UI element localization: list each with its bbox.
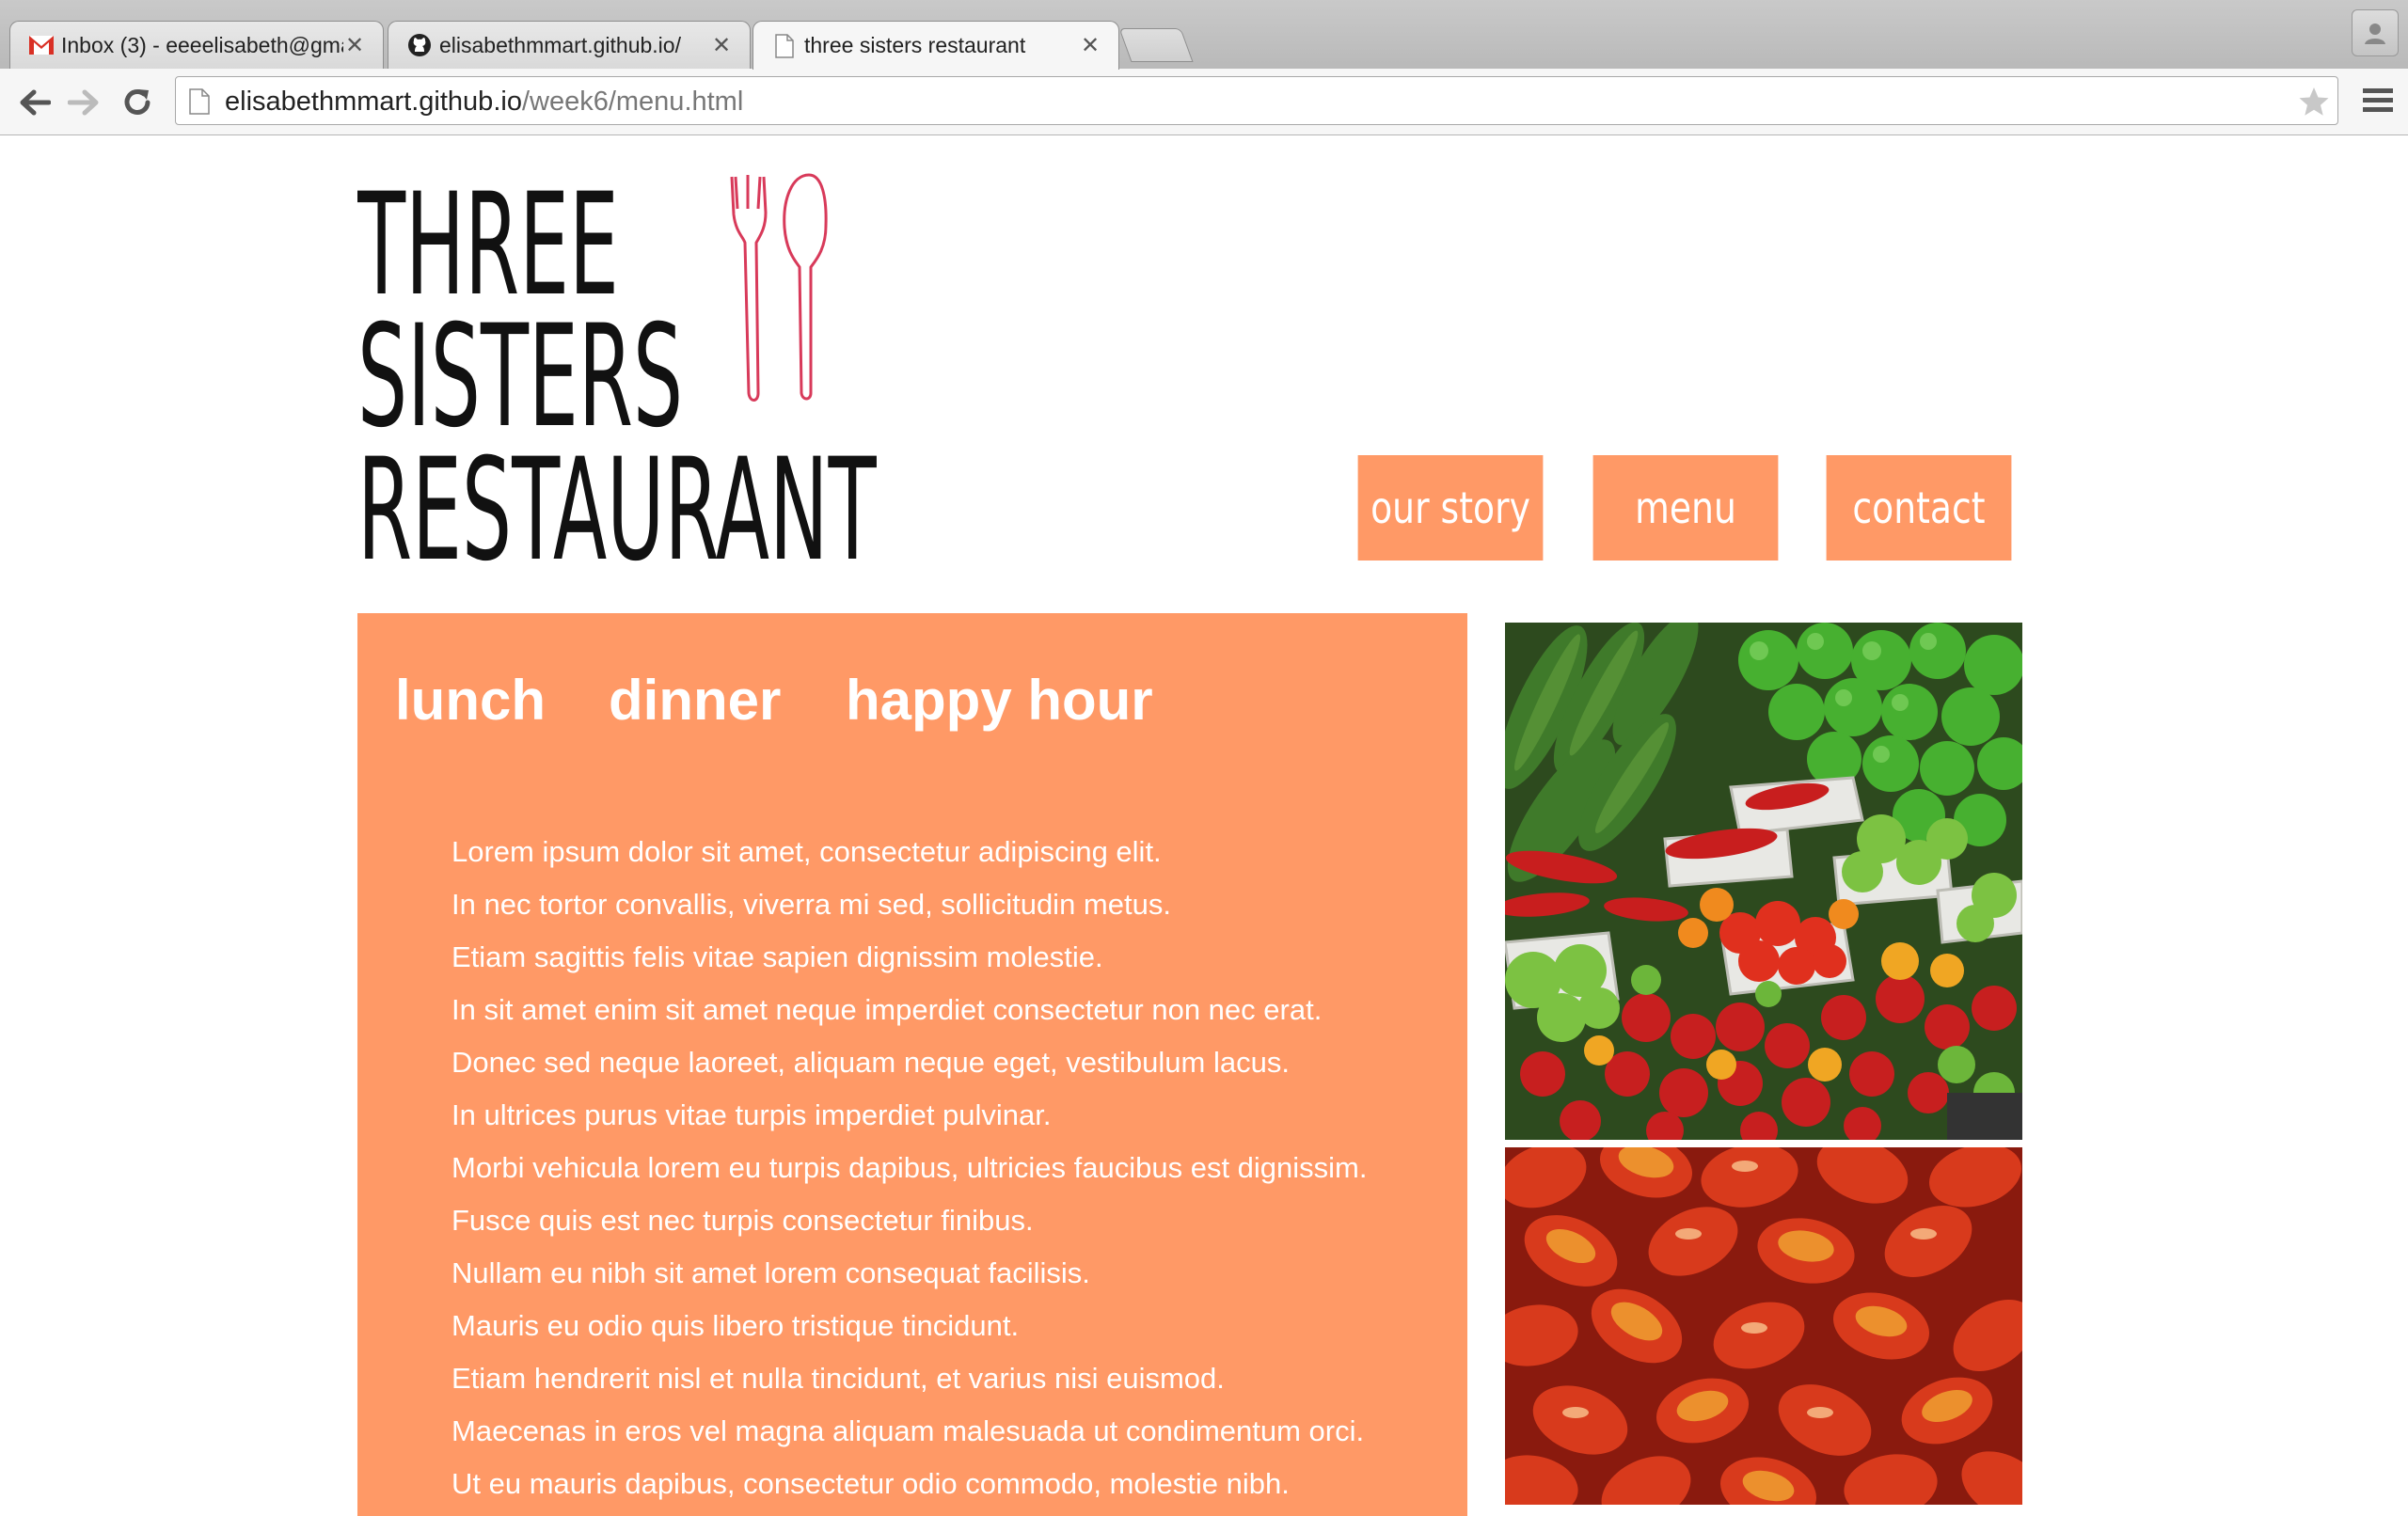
menu-item: Maecenas in eros vel magna aliquam males… <box>452 1414 1365 1447</box>
menu-item: Fusce quis est nec turpis consectetur fi… <box>452 1204 1034 1237</box>
menu-item: In sit amet enim sit amet neque imperdie… <box>452 993 1323 1026</box>
logo-text-restaurant: RESTAURANT <box>357 429 877 576</box>
nav-contact-button[interactable]: contact <box>1826 455 2012 561</box>
menu-item: In ultrices purus vitae turpis imperdiet… <box>452 1098 1052 1131</box>
photo-roma-tomatoes <box>1505 1147 2022 1505</box>
fork-and-spoon-icon <box>730 173 828 402</box>
address-bar[interactable]: elisabethmmart.github.io/week6/menu.html <box>175 76 2338 125</box>
close-tab-icon[interactable]: ✕ <box>1079 32 1101 59</box>
nav-label: menu <box>1635 482 1736 533</box>
forward-button[interactable] <box>64 82 105 123</box>
menu-item: Nullam eu nibh sit amet lorem consequat … <box>452 1256 1090 1289</box>
nav-our-story-button[interactable]: our story <box>1357 455 1544 561</box>
tab-gmail[interactable]: Inbox (3) - eeeelisabeth@gmail.com ✕ <box>9 21 384 69</box>
url-path: /week6/menu.html <box>521 87 744 117</box>
menu-item: In nec tortor convallis, viverra mi sed,… <box>452 888 1171 921</box>
menu-item: Etiam hendrerit nisl et nulla tincidunt,… <box>452 1362 1225 1395</box>
person-icon <box>2365 24 2385 44</box>
bookmark-star-icon[interactable] <box>2298 86 2330 122</box>
menu-item: Lorem ipsum dolor sit amet, consectetur … <box>452 835 1162 868</box>
tab-title: three sisters restaurant <box>804 33 1026 57</box>
menu-item-list: Lorem ipsum dolor sit amet, consectetur … <box>452 826 1368 1510</box>
reload-icon <box>124 89 150 115</box>
tab-github[interactable]: elisabethmmart.github.io/ ✕ <box>388 21 751 69</box>
menu-item: Mauris eu odio quis libero tristique tin… <box>452 1309 1020 1342</box>
new-tab-button[interactable] <box>1118 28 1194 62</box>
url-text[interactable]: elisabethmmart.github.io/week6/menu.html <box>225 87 743 118</box>
browser-toolbar: elisabethmmart.github.io/week6/menu.html <box>0 69 2408 135</box>
arrow-right-icon <box>68 89 99 116</box>
back-button[interactable] <box>13 82 55 123</box>
menu-item: Ut eu mauris dapibus, consectetur odio c… <box>452 1467 1290 1500</box>
close-tab-icon[interactable]: ✕ <box>343 32 366 59</box>
arrow-left-icon <box>20 89 51 116</box>
tab-happy-hour[interactable]: happy hour <box>846 668 1153 733</box>
tab-dinner[interactable]: dinner <box>609 668 781 733</box>
page-icon <box>772 33 797 58</box>
tab-title: Inbox (3) - eeeelisabeth@gmail.com <box>61 32 343 57</box>
tab-three-sisters[interactable]: three sisters restaurant ✕ <box>752 21 1119 70</box>
menu-item: Donec sed neque laoreet, aliquam neque e… <box>452 1046 1290 1079</box>
url-host: elisabethmmart.github.io <box>225 87 522 117</box>
restaurant-logo[interactable]: THREE SISTERS RESTAURANT <box>356 164 884 592</box>
github-icon <box>407 33 432 57</box>
browser-tab-strip: Inbox (3) - eeeelisabeth@gmail.com ✕ eli… <box>0 0 2408 70</box>
tab-title: elisabethmmart.github.io/ <box>439 32 681 57</box>
nav-menu-button[interactable]: menu <box>1592 455 1779 561</box>
menu-item: Etiam sagittis felis vitae sapien dignis… <box>452 940 1103 973</box>
nav-label: contact <box>1852 482 1986 533</box>
nav-label: our story <box>1370 482 1530 533</box>
menu-panel: lunch dinner happy hour Lorem ipsum dolo… <box>357 613 1467 1516</box>
close-tab-icon[interactable]: ✕ <box>710 32 733 59</box>
page-icon <box>189 88 210 119</box>
tab-lunch[interactable]: lunch <box>395 668 546 733</box>
reload-button[interactable] <box>117 82 158 123</box>
profile-button[interactable] <box>2352 9 2399 56</box>
photo-vegetable-market <box>1505 623 2022 1140</box>
browser-menu-button[interactable] <box>2359 84 2397 121</box>
menu-item: Morbi vehicula lorem eu turpis dapibus, … <box>452 1151 1368 1184</box>
gmail-icon <box>29 33 54 57</box>
